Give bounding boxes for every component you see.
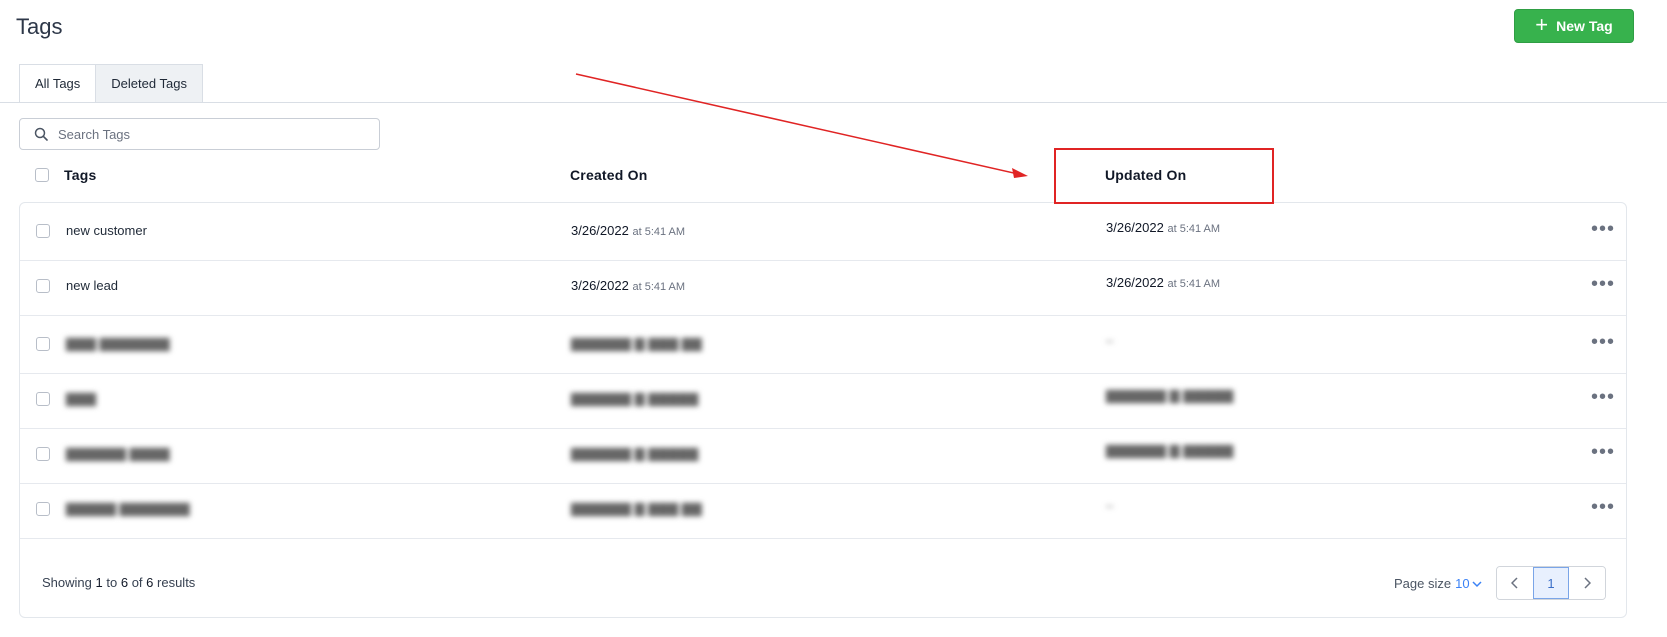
tab-deleted-tags[interactable]: Deleted Tags [96,64,203,103]
created-time: at 5:41 AM [632,281,686,293]
more-options-icon[interactable]: ••• [1591,274,1615,294]
column-header-tags[interactable]: Tags [64,167,96,183]
created-on-redacted: ▇▇▇▇▇▇ ▇ ▇▇▇ ▇▇ [571,501,702,516]
tabs-divider [0,102,1667,103]
results-total: 6 [146,575,154,590]
tag-name[interactable]: new lead [66,278,118,293]
table-row: new customer 3/26/2022 at 5:41 AM 3/26/2… [20,203,1626,261]
search-icon [34,127,48,141]
chevron-left-icon [1511,577,1518,589]
row-checkbox[interactable] [36,337,50,351]
page-size-value: 10 [1455,576,1470,591]
updated-on-redacted: – [1106,498,1114,513]
prev-page-button[interactable] [1497,567,1533,599]
updated-on-redacted: – [1106,333,1114,348]
more-options-icon[interactable]: ••• [1591,387,1615,407]
results-to: 6 [120,575,129,590]
tag-name-redacted[interactable]: ▇▇▇▇▇▇ ▇▇▇▇ [66,446,170,462]
tag-name-redacted[interactable]: ▇▇▇ ▇▇▇▇▇▇▇ [66,336,170,352]
table-footer: Showing 1 to 6 of 6 results Page size 10… [20,551,1626,617]
updated-date: 3/26/2022 [1106,220,1164,235]
table-header: Tags Created On Updated On [19,160,1627,190]
results-label: results [157,575,196,590]
of-label: of [131,575,143,590]
table-row: ▇▇▇▇▇ ▇▇▇▇▇▇▇ ▇▇▇▇▇▇ ▇ ▇▇▇ ▇▇ – ••• [20,481,1626,539]
row-checkbox[interactable] [36,502,50,516]
created-on-cell: 3/26/2022 at 5:41 AM [571,278,685,293]
annotation-highlight-box [1054,148,1274,204]
tab-all-tags[interactable]: All Tags [19,64,97,103]
page-size-control: Page size 10 [1394,576,1482,591]
created-on-redacted: ▇▇▇▇▇▇ ▇ ▇▇▇▇▇ [571,391,699,406]
created-on-cell: 3/26/2022 at 5:41 AM [571,223,685,238]
search-input[interactable] [58,126,358,142]
to-label: to [106,575,118,590]
more-options-icon[interactable]: ••• [1591,497,1615,517]
plus-icon: + [1535,12,1549,37]
search-box[interactable] [19,118,380,150]
created-on-redacted: ▇▇▇▇▇▇ ▇ ▇▇▇ ▇▇ [571,336,702,351]
current-page-button[interactable]: 1 [1533,567,1569,599]
next-page-button[interactable] [1569,567,1605,599]
select-all-checkbox[interactable] [35,168,49,182]
row-checkbox[interactable] [36,392,50,406]
tag-name-redacted[interactable]: ▇▇▇ [66,391,96,407]
updated-time: at 5:41 AM [1167,223,1221,235]
updated-on-cell: 3/26/2022 at 5:41 AM [1106,220,1220,235]
tags-table: new customer 3/26/2022 at 5:41 AM 3/26/2… [19,202,1627,618]
page-size-select[interactable]: 10 [1455,576,1482,591]
tag-name[interactable]: new customer [66,223,147,238]
updated-date: 3/26/2022 [1106,275,1164,290]
table-row: ▇▇▇ ▇▇▇▇▇▇▇ ▇▇▇▇▇▇ ▇ ▇▇▇ ▇▇ – ••• [20,316,1626,374]
pagination: 1 [1496,566,1606,600]
new-tag-label: New Tag [1556,18,1613,34]
tabs-bar: All Tags Deleted Tags [19,64,203,103]
showing-label: Showing [42,575,92,590]
page-title: Tags [16,14,63,39]
more-options-icon[interactable]: ••• [1591,442,1615,462]
updated-on-redacted: ▇▇▇▇▇▇ ▇ ▇▇▇▇▇ [1106,388,1234,403]
created-date: 3/26/2022 [571,223,629,238]
column-header-created-on[interactable]: Created On [570,167,647,183]
results-summary: Showing 1 to 6 of 6 results [42,575,195,590]
created-time: at 5:41 AM [632,226,686,238]
created-on-redacted: ▇▇▇▇▇▇ ▇ ▇▇▇▇▇ [571,446,699,461]
new-tag-button[interactable]: + New Tag [1514,9,1634,43]
chevron-down-icon [1472,580,1482,587]
table-row: new lead 3/26/2022 at 5:41 AM 3/26/2022 … [20,258,1626,316]
chevron-right-icon [1584,577,1591,589]
results-from: 1 [95,575,103,590]
updated-on-redacted: ▇▇▇▇▇▇ ▇ ▇▇▇▇▇ [1106,443,1234,458]
row-checkbox[interactable] [36,447,50,461]
tag-name-redacted[interactable]: ▇▇▇▇▇ ▇▇▇▇▇▇▇ [66,501,190,517]
row-checkbox[interactable] [36,224,50,238]
more-options-icon[interactable]: ••• [1591,332,1615,352]
created-date: 3/26/2022 [571,278,629,293]
table-row: ▇▇▇▇▇▇ ▇▇▇▇ ▇▇▇▇▇▇ ▇ ▇▇▇▇▇ ▇▇▇▇▇▇ ▇ ▇▇▇▇… [20,426,1626,484]
updated-time: at 5:41 AM [1167,278,1221,290]
updated-on-cell: 3/26/2022 at 5:41 AM [1106,275,1220,290]
row-checkbox[interactable] [36,279,50,293]
table-row: ▇▇▇ ▇▇▇▇▇▇ ▇ ▇▇▇▇▇ ▇▇▇▇▇▇ ▇ ▇▇▇▇▇ ••• [20,371,1626,429]
more-options-icon[interactable]: ••• [1591,219,1615,239]
page-size-label: Page size [1394,576,1452,591]
